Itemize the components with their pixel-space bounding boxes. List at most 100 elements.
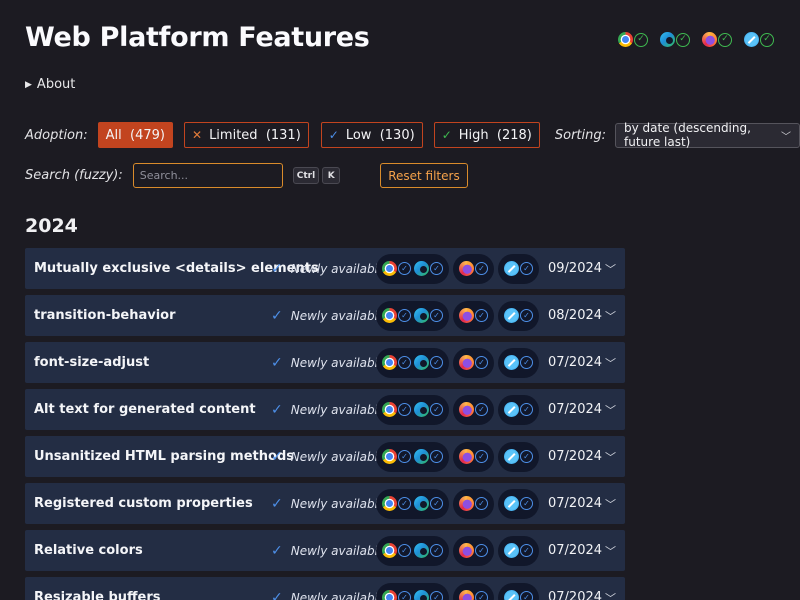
- reset-filters-button[interactable]: Reset filters: [380, 163, 468, 188]
- check-icon: ✓: [398, 450, 411, 463]
- about-label: About: [36, 77, 76, 92]
- feature-row[interactable]: Alt text for generated content ✓ Newly ava…: [25, 389, 625, 430]
- edge-icon: [414, 543, 429, 558]
- browser-group: ✓: [453, 535, 494, 566]
- browser-support-pills: ✓ ✓ ✓ ✓: [376, 394, 539, 425]
- browser-group: ✓ ✓: [376, 488, 449, 519]
- edge-icon: [414, 355, 429, 370]
- edge-icon: [414, 449, 429, 464]
- check-icon: ✓: [430, 497, 443, 510]
- check-icon: ✓: [520, 450, 533, 463]
- chevron-down-icon[interactable]: ﹀: [605, 308, 616, 324]
- browser-support-firefox: ✓: [459, 449, 488, 464]
- feature-row[interactable]: Relative colors ✓ Newly available ✓ ✓ ✓ ✓ 07/20…: [25, 530, 625, 571]
- filter-chip-high[interactable]: ✓ High (218): [433, 122, 540, 148]
- feature-row[interactable]: Unsanitized HTML parsing methods ✓ Newly a…: [25, 436, 625, 477]
- feature-date: 07/2024: [548, 402, 603, 417]
- feature-row[interactable]: Resizable buffers ✓ Newly available ✓ ✓ ✓ ✓ 07/…: [25, 577, 625, 600]
- check-icon: ✓: [718, 32, 732, 47]
- chevron-down-icon[interactable]: ﹀: [605, 402, 616, 418]
- firefox-icon: [459, 543, 474, 558]
- baseline-status: ✓ Newly available: [271, 261, 385, 277]
- browser-support-legend: ✓ ✓ ✓ ✓: [618, 32, 774, 47]
- browser-support-firefox: ✓: [459, 355, 488, 370]
- shortcut-key-k: K: [322, 167, 341, 184]
- chevron-down-icon[interactable]: ﹀: [605, 355, 616, 371]
- chip-count: (479): [130, 127, 165, 143]
- browser-group: ✓: [453, 253, 494, 284]
- firefox-icon: [459, 402, 474, 417]
- disclosure-triangle-icon: ▶: [25, 80, 32, 90]
- browser-support-safari: ✓: [504, 496, 533, 511]
- sorting-select[interactable]: by date (descending, future last) ﹀: [615, 121, 800, 149]
- check-icon: ✓: [271, 260, 283, 277]
- browser-support-firefox: ✓: [459, 261, 488, 276]
- edge-icon: [414, 590, 429, 600]
- firefox-icon: [459, 355, 474, 370]
- check-icon: ✓: [271, 401, 283, 418]
- chrome-icon: [382, 355, 397, 370]
- feature-name: Unsanitized HTML parsing methods: [34, 449, 294, 464]
- shortcut-key-ctrl: Ctrl: [292, 167, 320, 184]
- baseline-status: ✓ Newly available: [271, 590, 385, 600]
- browser-group: ✓ ✓: [376, 535, 449, 566]
- feature-name: Resizable buffers: [34, 590, 161, 600]
- feature-name: transition-behavior: [34, 308, 176, 323]
- chip-label: High: [458, 127, 489, 143]
- chevron-down-icon[interactable]: ﹀: [605, 449, 616, 465]
- chevron-down-icon[interactable]: ﹀: [605, 590, 616, 600]
- browser-support-edge: ✓: [414, 543, 443, 558]
- about-disclosure[interactable]: ▶ About: [25, 77, 75, 92]
- search-input[interactable]: [132, 163, 283, 188]
- filter-chip-all[interactable]: All (479): [97, 122, 173, 148]
- firefox-icon: [459, 449, 474, 464]
- feature-row[interactable]: font-size-adjust ✓ Newly available ✓ ✓ ✓ ✓ 07/2…: [25, 342, 625, 383]
- baseline-status: ✓ Newly available: [271, 543, 385, 559]
- search-label: Search (fuzzy):: [25, 168, 123, 183]
- status-text: Newly available: [290, 543, 386, 558]
- feature-row[interactable]: Registered custom properties ✓ Newly avail…: [25, 483, 625, 524]
- browser-group: ✓ ✓: [376, 441, 449, 472]
- chip-count: (130): [379, 127, 415, 143]
- check-icon: ✓: [475, 262, 488, 275]
- browser-support-pills: ✓ ✓ ✓ ✓: [376, 582, 539, 600]
- feature-row[interactable]: Mutually exclusive <details> elements ✓ Ne…: [25, 248, 625, 289]
- check-icon: ✓: [634, 32, 648, 47]
- browser-group: ✓: [498, 347, 539, 378]
- browser-support-pills: ✓ ✓ ✓ ✓: [376, 488, 539, 519]
- browser-group: ✓: [453, 300, 494, 331]
- chevron-down-icon[interactable]: ﹀: [605, 543, 616, 559]
- browser-support-firefox: ✓: [459, 543, 488, 558]
- filter-chip-limited[interactable]: ✕ Limited (131): [184, 122, 309, 148]
- check-icon: ✓: [475, 403, 488, 416]
- check-icon: ✓: [760, 32, 774, 47]
- check-icon: ✓: [520, 356, 533, 369]
- chevron-down-icon[interactable]: ﹀: [605, 496, 616, 512]
- check-icon: ✓: [520, 262, 533, 275]
- check-icon: ✓: [430, 403, 443, 416]
- chevron-down-icon[interactable]: ﹀: [605, 261, 616, 277]
- browser-support-pills: ✓ ✓ ✓ ✓: [376, 441, 539, 472]
- feature-name: Alt text for generated content: [34, 402, 256, 417]
- browser-support-safari: ✓: [504, 449, 533, 464]
- feature-row[interactable]: transition-behavior ✓ Newly available ✓ ✓ ✓ ✓ 0…: [25, 295, 625, 336]
- check-icon: ✓: [398, 544, 411, 557]
- check-icon: ✓: [430, 591, 443, 600]
- browser-support-pills: ✓ ✓ ✓ ✓: [376, 347, 539, 378]
- firefox-icon: [702, 32, 717, 47]
- header-browser-edge: ✓: [660, 32, 690, 47]
- browser-support-chrome: ✓: [382, 355, 411, 370]
- chip-label: All: [105, 127, 122, 143]
- browser-group: ✓ ✓: [376, 394, 449, 425]
- chrome-icon: [382, 261, 397, 276]
- safari-icon: [504, 543, 519, 558]
- browser-support-chrome: ✓: [382, 402, 411, 417]
- chrome-icon: [382, 449, 397, 464]
- check-icon: ✓: [271, 354, 283, 371]
- filter-chip-low[interactable]: ✓ Low (130): [320, 122, 423, 148]
- browser-support-edge: ✓: [414, 590, 443, 600]
- feature-date: 07/2024: [548, 355, 603, 370]
- feature-date: 07/2024: [548, 543, 603, 558]
- safari-icon: [504, 590, 519, 600]
- check-icon: ✓: [441, 128, 452, 142]
